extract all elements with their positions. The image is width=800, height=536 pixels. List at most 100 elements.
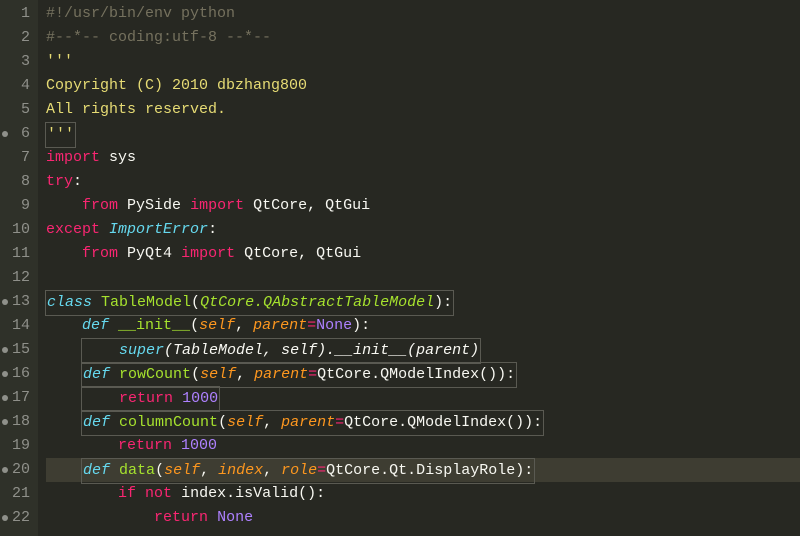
line-number-gutter: 12345678910111213141516171819202122 — [0, 0, 38, 536]
code-line[interactable]: ''' — [46, 50, 800, 74]
token: (TableModel, self). — [164, 342, 335, 359]
token: super — [119, 342, 164, 359]
code-line[interactable]: return None — [46, 506, 800, 530]
token: = — [308, 366, 317, 383]
token: ''' — [47, 126, 74, 143]
token: index — [218, 462, 263, 479]
token: ''' — [46, 53, 73, 70]
code-line[interactable]: return 1000 — [46, 386, 800, 410]
code-line[interactable]: except ImportError: — [46, 218, 800, 242]
modified-dot-icon — [2, 131, 8, 137]
token: __init__ — [118, 317, 190, 334]
code-line[interactable]: from PyQt4 import QtCore, QtGui — [46, 242, 800, 266]
token: PySide — [127, 197, 181, 214]
line-number: 22 — [4, 506, 30, 530]
token: import — [181, 245, 235, 262]
line-number: 8 — [4, 170, 30, 194]
token — [235, 245, 244, 262]
token — [46, 509, 154, 526]
token: #!/usr/bin/env python — [46, 5, 235, 22]
token — [181, 197, 190, 214]
token: def — [83, 462, 110, 479]
selection-box: ''' — [45, 122, 76, 148]
token: QtCore.Qt.DisplayRole): — [326, 462, 533, 479]
token — [136, 485, 145, 502]
code-line[interactable]: def rowCount(self, parent=QtCore.QModelI… — [46, 362, 800, 386]
code-editor[interactable]: 12345678910111213141516171819202122 #!/u… — [0, 0, 800, 536]
code-line[interactable]: return 1000 — [46, 434, 800, 458]
token: from — [82, 245, 118, 262]
token: ( — [218, 414, 227, 431]
token: self — [227, 414, 263, 431]
code-line[interactable]: def columnCount(self, parent=QtCore.QMod… — [46, 410, 800, 434]
token — [208, 509, 217, 526]
token — [110, 462, 119, 479]
code-line[interactable] — [46, 266, 800, 290]
token: , — [263, 462, 281, 479]
token: QtCore — [244, 245, 298, 262]
selection-box: def rowCount(self, parent=QtCore.QModelI… — [81, 362, 517, 388]
token: self — [200, 366, 236, 383]
code-line[interactable]: def __init__(self, parent=None): — [46, 314, 800, 338]
token: def — [82, 317, 109, 334]
token — [100, 149, 109, 166]
modified-dot-icon — [2, 371, 8, 377]
code-line[interactable]: class TableModel(QtCore.QAbstractTableMo… — [46, 290, 800, 314]
modified-dot-icon — [2, 515, 8, 521]
token: 1000 — [181, 437, 217, 454]
line-number: 5 — [4, 98, 30, 122]
code-line[interactable]: #!/usr/bin/env python — [46, 2, 800, 26]
token: TableModel — [101, 294, 191, 311]
token: None — [217, 509, 253, 526]
modified-dot-icon — [2, 299, 8, 305]
token: ): — [352, 317, 370, 334]
token — [109, 317, 118, 334]
token: QtCore — [253, 197, 307, 214]
code-line[interactable]: ''' — [46, 122, 800, 146]
code-line[interactable]: super(TableModel, self).__init__(parent) — [46, 338, 800, 362]
token: QtCore.QAbstractTableModel — [200, 294, 434, 311]
token — [110, 414, 119, 431]
token: = — [317, 462, 326, 479]
line-number: 13 — [4, 290, 30, 314]
code-line[interactable]: All rights reserved. — [46, 98, 800, 122]
code-line[interactable]: try: — [46, 170, 800, 194]
selection-box: class TableModel(QtCore.QAbstractTableMo… — [45, 290, 454, 316]
token: QtCore.QModelIndex()): — [344, 414, 542, 431]
token: Copyright (C) 2010 dbzhang800 — [46, 77, 307, 94]
token: 1000 — [182, 390, 218, 407]
line-number: 10 — [4, 218, 30, 242]
token — [172, 437, 181, 454]
token: try — [46, 173, 73, 190]
token: __init__ — [335, 342, 407, 359]
token — [172, 485, 181, 502]
token: , — [235, 317, 253, 334]
modified-dot-icon — [2, 419, 8, 425]
token: class — [47, 294, 92, 311]
token: PyQt4 — [127, 245, 172, 262]
code-line[interactable]: #--*-- coding:utf-8 --*-- — [46, 26, 800, 50]
token: sys — [109, 149, 136, 166]
line-number: 11 — [4, 242, 30, 266]
code-line[interactable]: Copyright (C) 2010 dbzhang800 — [46, 74, 800, 98]
token: ( — [190, 317, 199, 334]
line-number: 20 — [4, 458, 30, 482]
token: , — [298, 245, 316, 262]
line-number: 12 — [4, 266, 30, 290]
token — [110, 366, 119, 383]
token: ( — [155, 462, 164, 479]
token: self — [164, 462, 200, 479]
modified-dot-icon — [2, 347, 8, 353]
token: return — [119, 390, 173, 407]
code-line[interactable]: from PySide import QtCore, QtGui — [46, 194, 800, 218]
code-line[interactable]: if not index.isValid(): — [46, 482, 800, 506]
token: , — [263, 414, 281, 431]
token: def — [83, 366, 110, 383]
code-area[interactable]: #!/usr/bin/env python #--*-- coding:utf-8… — [38, 0, 800, 536]
token: parent — [254, 366, 308, 383]
token: from — [82, 197, 118, 214]
token: : — [73, 173, 82, 190]
code-line[interactable]: import sys — [46, 146, 800, 170]
code-line[interactable]: def data(self, index, role=QtCore.Qt.Dis… — [46, 458, 800, 482]
line-number: 19 — [4, 434, 30, 458]
